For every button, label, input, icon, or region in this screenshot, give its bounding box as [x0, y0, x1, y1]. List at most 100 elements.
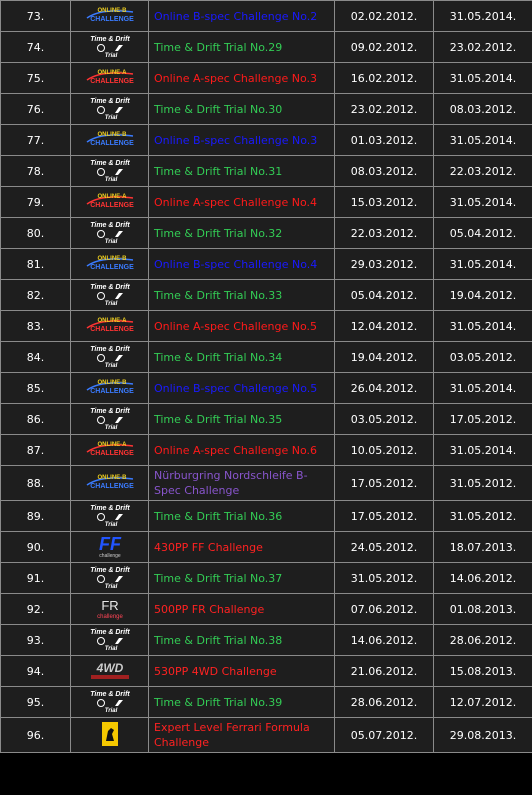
event-logo-cell: Time & Drift Trial — [70, 686, 149, 718]
table-row: 91. Time & Drift Trial Time & Drift Trial N… — [0, 562, 532, 594]
event-number: 75. — [0, 62, 71, 94]
logo-text: ONLINE·B — [97, 475, 127, 481]
event-start-date: 09.02.2012. — [334, 31, 434, 63]
event-logo-cell: ONLINE·A CHALLENGE — [70, 62, 149, 94]
table-row: 96. Expert Level Ferrari Formula Challeng… — [0, 717, 532, 753]
event-start-date: 12.04.2012. — [334, 310, 434, 342]
event-end-date: 31.05.2014. — [433, 434, 532, 466]
event-title: Expert Level Ferrari Formula Challenge — [148, 717, 335, 753]
event-end-date: 31.05.2014. — [433, 310, 532, 342]
logo-text: Time & Drift — [90, 346, 130, 353]
logo-text: Time & Drift — [90, 629, 130, 636]
event-logo-cell: Time & Drift Trial — [70, 279, 149, 311]
logo-text: ONLINE·A — [97, 194, 127, 200]
logo-text: Time & Drift — [90, 505, 130, 512]
online-b-challenge-icon: ONLINE·B CHALLENGE — [86, 8, 134, 23]
event-title: Online B-spec Challenge No.4 — [148, 248, 335, 280]
event-title: Time & Drift Trial No.32 — [148, 217, 335, 249]
logo-text: CHALLENGE — [90, 388, 134, 395]
logo-text: CHALLENGE — [90, 264, 134, 271]
event-end-date: 05.04.2012. — [433, 217, 532, 249]
event-logo-cell: Time & Drift Trial — [70, 624, 149, 656]
event-number: 88. — [0, 465, 71, 501]
logo-text: Time & Drift — [90, 98, 130, 105]
event-end-date: 15.08.2013. — [433, 655, 532, 687]
event-logo-cell: ONLINE·A CHALLENGE — [70, 186, 149, 218]
logo-text: Time & Drift — [90, 222, 130, 229]
event-title: Online B-spec Challenge No.3 — [148, 124, 335, 156]
event-logo-cell: FF challenge — [70, 531, 149, 563]
online-a-challenge-icon: ONLINE·A CHALLENGE — [86, 318, 134, 333]
event-logo-cell — [70, 717, 149, 753]
event-title: 430PP FF Challenge — [148, 531, 335, 563]
event-start-date: 23.02.2012. — [334, 93, 434, 125]
logo-text: Time & Drift — [90, 567, 130, 574]
event-start-date: 16.02.2012. — [334, 62, 434, 94]
event-end-date: 08.03.2012. — [433, 93, 532, 125]
event-logo-cell: ONLINE·B CHALLENGE — [70, 124, 149, 156]
event-end-date: 14.06.2012. — [433, 562, 532, 594]
event-start-date: 07.06.2012. — [334, 593, 434, 625]
table-row: 78. Time & Drift Trial Time & Drift Trial N… — [0, 155, 532, 187]
event-end-date: 22.03.2012. — [433, 155, 532, 187]
logo-text: Time & Drift — [90, 160, 130, 167]
table-row: 84. Time & Drift Trial Time & Drift Trial N… — [0, 341, 532, 373]
event-number: 74. — [0, 31, 71, 63]
table-row: 82. Time & Drift Trial Time & Drift Trial N… — [0, 279, 532, 311]
event-title: Time & Drift Trial No.34 — [148, 341, 335, 373]
event-start-date: 15.03.2012. — [334, 186, 434, 218]
table-row: 79. ONLINE·A CHALLENGE Online A-spec Challe… — [0, 186, 532, 218]
time-drift-trial-icon: Time & Drift Trial — [90, 567, 130, 590]
table-row: 89. Time & Drift Trial Time & Drift Trial N… — [0, 500, 532, 532]
online-b-challenge-icon: ONLINE·B CHALLENGE — [86, 132, 134, 147]
event-logo-cell: ONLINE·B CHALLENGE — [70, 248, 149, 280]
logo-text: CHALLENGE — [90, 326, 134, 333]
time-drift-trial-icon: Time & Drift Trial — [90, 408, 130, 431]
event-end-date: 18.07.2013. — [433, 531, 532, 563]
logo-text: ONLINE·A — [97, 70, 127, 76]
event-number: 89. — [0, 500, 71, 532]
event-number: 73. — [0, 0, 71, 32]
time-drift-trial-icon: Time & Drift Trial — [90, 629, 130, 652]
event-end-date: 31.05.2012. — [433, 465, 532, 501]
table-row: 83. ONLINE·A CHALLENGE Online A-spec Challe… — [0, 310, 532, 342]
event-title: Online B-spec Challenge No.5 — [148, 372, 335, 404]
logo-text: ONLINE·B — [97, 8, 127, 14]
event-start-date: 26.04.2012. — [334, 372, 434, 404]
event-logo-cell: Time & Drift Trial — [70, 341, 149, 373]
event-end-date: 28.06.2012. — [433, 624, 532, 656]
event-start-date: 08.03.2012. — [334, 155, 434, 187]
event-logo-cell: Time & Drift Trial — [70, 217, 149, 249]
event-title: Time & Drift Trial No.37 — [148, 562, 335, 594]
fr-challenge-icon: FRchallenge — [97, 598, 123, 620]
event-end-date: 29.08.2013. — [433, 717, 532, 753]
logo-text: 4WD — [95, 661, 123, 675]
event-end-date: 03.05.2012. — [433, 341, 532, 373]
event-end-date: 31.05.2012. — [433, 500, 532, 532]
event-title: Time & Drift Trial No.33 — [148, 279, 335, 311]
event-number: 77. — [0, 124, 71, 156]
event-end-date: 31.05.2014. — [433, 186, 532, 218]
logo-text: FR — [101, 598, 118, 613]
logo-text: ONLINE·B — [97, 132, 127, 138]
logo-text: CHALLENGE — [90, 140, 134, 147]
events-table-body: 73. ONLINE·B CHALLENGE Online B-spec Challe… — [0, 0, 532, 753]
event-title: Nürburgring Nordschleife B-Spec Challeng… — [148, 465, 335, 501]
ferrari-logo-icon — [101, 721, 118, 746]
logo-text: Time & Drift — [90, 691, 130, 698]
event-end-date: 23.02.2012. — [433, 31, 532, 63]
logo-text: Trial — [104, 115, 117, 121]
event-number: 94. — [0, 655, 71, 687]
event-number: 81. — [0, 248, 71, 280]
table-row: 85. ONLINE·B CHALLENGE Online B-spec Challe… — [0, 372, 532, 404]
table-row: 90. FF challenge 430PP FF Challenge 24.05.20… — [0, 531, 532, 563]
time-drift-trial-icon: Time & Drift Trial — [90, 98, 130, 121]
table-row: 92. FR challenge 500PP FR Challenge 07.06.20… — [0, 593, 532, 625]
event-end-date: 31.05.2014. — [433, 372, 532, 404]
time-drift-trial-icon: Time & Drift Trial — [90, 284, 130, 307]
table-row: 87. ONLINE·A CHALLENGE Online A-spec Challe… — [0, 434, 532, 466]
logo-text: Trial — [104, 301, 117, 307]
event-start-date: 21.06.2012. — [334, 655, 434, 687]
event-number: 78. — [0, 155, 71, 187]
event-title: 500PP FR Challenge — [148, 593, 335, 625]
